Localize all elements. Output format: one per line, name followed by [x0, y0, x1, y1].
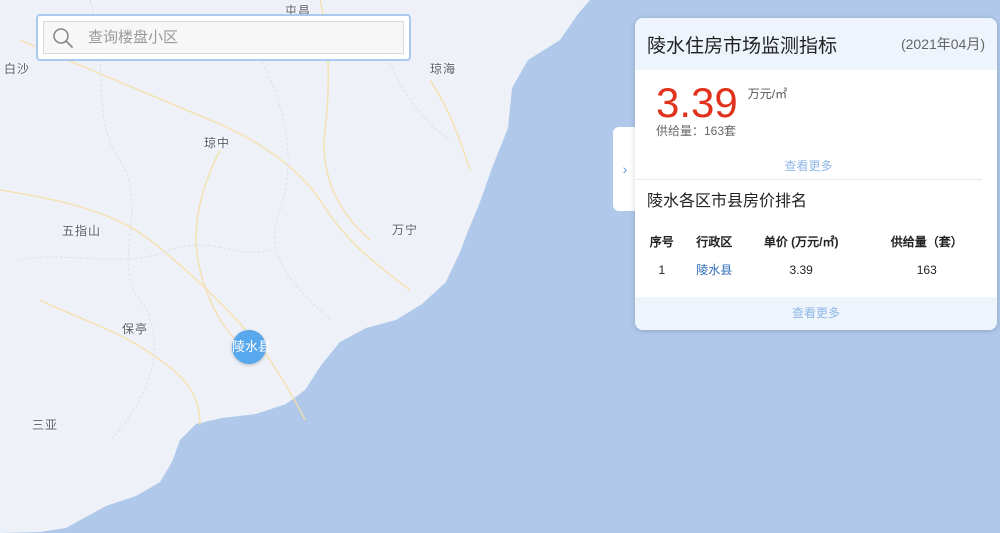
column-header: 序号: [649, 234, 674, 249]
panel-header: 陵水住房市场监测指标 (2021年04月): [635, 18, 997, 70]
average-price: 3.39: [656, 79, 738, 126]
price-unit: 万元/㎡: [747, 87, 788, 101]
column-header: 供给量（套）: [890, 234, 963, 249]
view-more-ranking[interactable]: 查看更多: [635, 297, 997, 330]
ranking-table: 序号 行政区 单价 (万元/㎡) 供给量（套） 1 陵水县 3.39 163: [641, 227, 997, 284]
place-label: 保亭: [122, 322, 149, 336]
place-label: 琼中: [204, 136, 231, 150]
chevron-right-icon: ›: [622, 161, 628, 177]
panel-title: 陵水住房市场监测指标: [647, 35, 838, 57]
search-icon: [53, 27, 73, 48]
column-header: 单价 (万元/㎡): [763, 234, 839, 249]
search-field[interactable]: [43, 21, 404, 54]
search-box[interactable]: [36, 14, 411, 61]
supply-count: 供给量：163套: [656, 124, 737, 138]
rank-number: 1: [658, 262, 666, 277]
search-input[interactable]: [86, 28, 370, 47]
place-label: 三亚: [32, 418, 59, 432]
place-label: 白沙: [4, 62, 31, 76]
district-link[interactable]: 陵水县: [683, 255, 746, 284]
panel-date: (2021年04月): [900, 36, 985, 52]
market-panel: 陵水住房市场监测指标 (2021年04月) 3.39 万元/㎡ 供给量：163套…: [635, 18, 997, 330]
place-label: 万宁: [392, 223, 419, 237]
marker-label: 陵水县: [232, 339, 272, 354]
place-label: 琼海: [430, 62, 457, 76]
price-row: 3.39 万元/㎡: [635, 70, 997, 124]
district-marker[interactable]: 陵水县: [232, 330, 271, 364]
unit-price: 3.39: [789, 262, 813, 277]
place-label: 五指山: [62, 224, 102, 238]
view-more-link[interactable]: 查看更多: [635, 157, 982, 180]
supply-value: 163: [916, 262, 937, 277]
panel-toggle[interactable]: ›: [613, 127, 637, 211]
column-header: 行政区: [696, 234, 733, 249]
table-row: 1 陵水县 3.39 163: [641, 255, 997, 284]
ranking-title: 陵水各区市县房价排名: [647, 193, 808, 210]
